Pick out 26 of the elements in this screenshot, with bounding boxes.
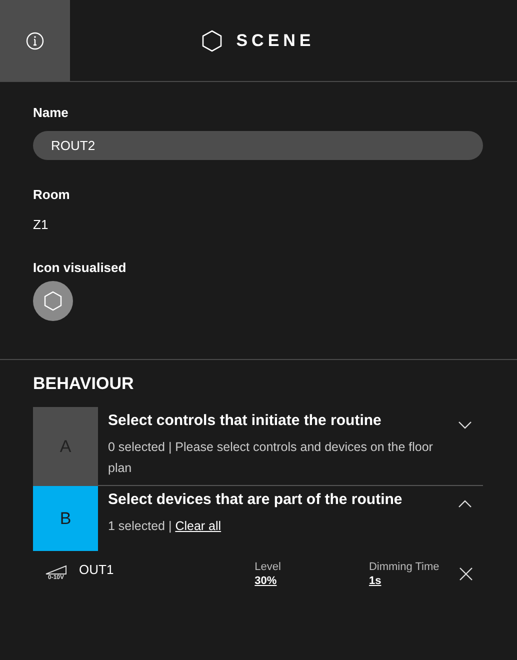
- remove-button[interactable]: [459, 567, 473, 581]
- step-title: Select devices that are part of the routine: [108, 491, 404, 508]
- step-title: Select controls that initiate the routine: [108, 412, 382, 429]
- step-summary: 0 selected | Please select controls and devices on the floor plan: [108, 439, 434, 477]
- chevron-down-icon: [458, 421, 472, 429]
- room-value: Z1: [33, 217, 48, 232]
- icon-picker-button[interactable]: [33, 281, 73, 321]
- step-summary: 1 selected | Clear all: [108, 518, 222, 535]
- level-label: Level: [254, 561, 281, 573]
- hexagon-icon: [44, 291, 62, 311]
- device-name: OUT1: [79, 562, 114, 577]
- name-field[interactable]: ROUT2: [33, 131, 483, 160]
- dimming-time-label: Dimming Time: [368, 561, 440, 573]
- clear-all-link[interactable]: Clear all: [175, 519, 222, 533]
- hexagon-icon: [202, 30, 222, 52]
- step-badge: B: [33, 486, 98, 551]
- field-label: Name: [33, 105, 68, 120]
- field-label: Room: [33, 187, 70, 202]
- info-icon: [26, 32, 44, 50]
- level-link[interactable]: 30%: [254, 575, 281, 587]
- close-icon: [459, 567, 473, 581]
- chevron-up-icon: [458, 500, 472, 508]
- section-title: BEHAVIOUR: [33, 374, 135, 394]
- dimming-time-link[interactable]: 1s: [368, 575, 440, 587]
- field-label: Icon visualised: [33, 260, 126, 275]
- page-title: SCENE: [236, 30, 315, 50]
